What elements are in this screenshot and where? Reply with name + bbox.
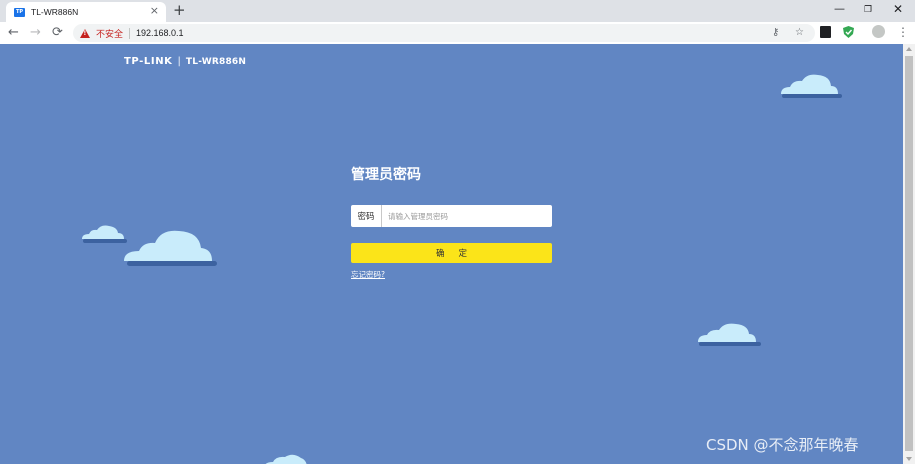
cloud-icon bbox=[698, 323, 761, 346]
forgot-password-link[interactable]: 忘记密码? bbox=[351, 269, 385, 280]
cloud-icon bbox=[124, 230, 217, 266]
tp-link-favicon-icon: TP bbox=[14, 7, 25, 17]
url-text[interactable]: 192.168.0.1 bbox=[136, 28, 184, 38]
page-viewport: TP-LINK | TL-WR886N 管理员密码 密码 确定 忘记密码? CS… bbox=[0, 44, 903, 464]
browser-toolbar: ← → ⟳ 不安全 192.168.0.1 ⚷ ☆ ⋮ bbox=[0, 22, 915, 44]
brand-header: TP-LINK | TL-WR886N bbox=[124, 56, 246, 67]
browser-tab[interactable]: TP TL-WR886N × bbox=[6, 2, 166, 22]
profile-icon[interactable] bbox=[872, 25, 885, 38]
cloud-icon bbox=[265, 454, 307, 464]
page-title: 管理员密码 bbox=[351, 167, 421, 183]
csdn-watermark: CSDN @不念那年晚春 bbox=[706, 436, 859, 454]
extension-icon[interactable] bbox=[820, 26, 831, 38]
shield-icon[interactable] bbox=[843, 26, 854, 38]
close-tab-icon[interactable]: × bbox=[150, 5, 159, 17]
vertical-scrollbar[interactable] bbox=[903, 44, 915, 464]
scroll-down-icon[interactable] bbox=[906, 457, 912, 461]
cloud-icon bbox=[82, 225, 127, 243]
tab-title: TL-WR886N bbox=[31, 7, 79, 17]
model-name: TL-WR886N bbox=[185, 56, 247, 67]
forward-arrow-icon[interactable]: → bbox=[30, 25, 41, 40]
cloud-icon bbox=[781, 74, 842, 98]
password-input[interactable] bbox=[382, 205, 552, 227]
back-arrow-icon[interactable]: ← bbox=[8, 25, 19, 40]
scroll-thumb[interactable] bbox=[905, 56, 913, 451]
address-separator bbox=[129, 27, 131, 39]
maximize-window-button[interactable]: ❐ bbox=[864, 3, 872, 17]
key-icon[interactable]: ⚷ bbox=[772, 26, 779, 39]
close-window-button[interactable]: ✕ bbox=[893, 2, 903, 16]
menu-icon[interactable]: ⋮ bbox=[897, 26, 909, 39]
new-tab-button[interactable]: + bbox=[173, 1, 186, 19]
reload-icon[interactable]: ⟳ bbox=[52, 25, 63, 40]
tp-link-logo: TP-LINK bbox=[124, 56, 173, 67]
star-icon[interactable]: ☆ bbox=[795, 26, 804, 39]
address-bar[interactable]: 不安全 192.168.0.1 bbox=[73, 24, 815, 42]
security-status[interactable]: 不安全 bbox=[96, 27, 123, 40]
warning-icon[interactable] bbox=[80, 28, 90, 38]
tab-strip: TP TL-WR886N × + — ❐ ✕ bbox=[0, 0, 915, 22]
brand-separator: | bbox=[177, 56, 181, 67]
password-label: 密码 bbox=[351, 205, 382, 227]
scroll-up-icon[interactable] bbox=[906, 47, 912, 51]
confirm-button[interactable]: 确定 bbox=[351, 243, 552, 263]
minimize-window-button[interactable]: — bbox=[834, 2, 845, 16]
password-field-group: 密码 bbox=[351, 205, 552, 227]
